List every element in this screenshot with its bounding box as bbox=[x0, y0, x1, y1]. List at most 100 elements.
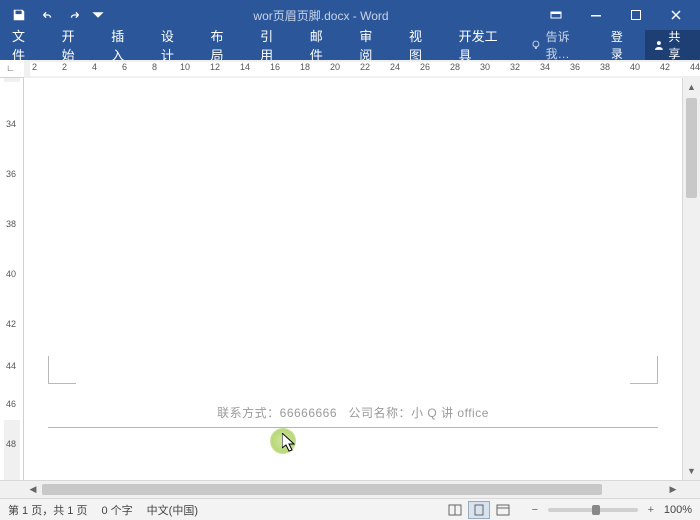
horizontal-scrollbar[interactable]: ◀ ▶ bbox=[0, 480, 700, 498]
zoom-slider-thumb[interactable] bbox=[592, 505, 600, 515]
zoom-in-button[interactable]: + bbox=[644, 504, 658, 516]
tab-view[interactable]: 视图 bbox=[397, 30, 447, 60]
ruler-corner: ∟ bbox=[6, 63, 15, 73]
qat-customize-button[interactable] bbox=[90, 2, 106, 28]
ruler-tick: 14 bbox=[240, 62, 250, 72]
undo-icon bbox=[40, 8, 54, 22]
footer-rule-line bbox=[48, 427, 658, 428]
tab-insert[interactable]: 插入 bbox=[99, 30, 149, 60]
share-button[interactable]: 共享 bbox=[645, 30, 700, 60]
view-buttons bbox=[444, 501, 514, 519]
chevron-down-icon bbox=[91, 8, 105, 22]
scroll-left-button[interactable]: ◀ bbox=[24, 481, 42, 498]
ruler-tick: 2 bbox=[32, 62, 37, 72]
footer-text: 联系方式：66666666 公司名称：小 Q 讲 office bbox=[48, 404, 658, 421]
ruler-tick: 4 bbox=[92, 62, 97, 72]
tab-home[interactable]: 开始 bbox=[50, 30, 100, 60]
tab-file[interactable]: 文件 bbox=[0, 30, 50, 60]
view-print-layout[interactable] bbox=[468, 501, 490, 519]
ruler-tick: 40 bbox=[6, 269, 16, 279]
title-bar: wor页眉页脚.docx - Word bbox=[0, 0, 700, 30]
tell-me-search[interactable]: 告诉我… bbox=[522, 30, 601, 60]
ruler-tick: 46 bbox=[6, 399, 16, 409]
ruler-tick: 8 bbox=[152, 62, 157, 72]
ruler-tick: 42 bbox=[6, 319, 16, 329]
minimize-icon bbox=[590, 9, 602, 21]
ruler-tick: 10 bbox=[180, 62, 190, 72]
ruler-tick: 6 bbox=[122, 62, 127, 72]
ruler-tick: 36 bbox=[570, 62, 580, 72]
footer-company-label: 公司名称： bbox=[349, 406, 412, 420]
maximize-button[interactable] bbox=[616, 0, 656, 30]
web-layout-icon bbox=[496, 504, 510, 516]
tab-layout[interactable]: 布局 bbox=[199, 30, 249, 60]
tab-review[interactable]: 审阅 bbox=[347, 30, 397, 60]
ribbon-options-icon bbox=[550, 9, 562, 21]
footer-contact-value: 66666666 bbox=[280, 406, 337, 420]
share-label: 共享 bbox=[668, 28, 692, 62]
person-icon bbox=[653, 39, 665, 51]
workspace: 34 36 38 40 42 44 46 48 联系方式：66666666 公司… bbox=[0, 78, 700, 480]
zoom-slider[interactable] bbox=[548, 508, 638, 512]
close-icon bbox=[670, 9, 682, 21]
ruler-tick: 18 bbox=[300, 62, 310, 72]
status-word-count[interactable]: 0 个字 bbox=[101, 502, 132, 518]
ruler-tick: 28 bbox=[450, 62, 460, 72]
account-signin[interactable]: 登录 bbox=[601, 30, 645, 60]
ruler-h-track: 2 2 4 6 8 10 12 14 16 18 20 22 24 26 28 … bbox=[24, 60, 700, 78]
ruler-tick: 48 bbox=[6, 439, 16, 449]
read-mode-icon bbox=[448, 504, 462, 516]
ruler-tick: 12 bbox=[210, 62, 220, 72]
zoom-out-button[interactable]: − bbox=[528, 504, 542, 516]
page[interactable]: 联系方式：66666666 公司名称：小 Q 讲 office bbox=[38, 84, 668, 474]
ruler-tick: 30 bbox=[480, 62, 490, 72]
quick-access-toolbar bbox=[0, 2, 106, 28]
save-button[interactable] bbox=[6, 2, 32, 28]
redo-icon bbox=[68, 8, 82, 22]
close-button[interactable] bbox=[656, 0, 696, 30]
ruler-tick: 22 bbox=[360, 62, 370, 72]
ruler-tick: 38 bbox=[600, 62, 610, 72]
document-area[interactable]: 联系方式：66666666 公司名称：小 Q 讲 office bbox=[24, 78, 682, 480]
ruler-tick: 36 bbox=[6, 169, 16, 179]
undo-button[interactable] bbox=[34, 2, 60, 28]
scroll-up-button[interactable]: ▲ bbox=[683, 78, 700, 96]
ruler-tick: 16 bbox=[270, 62, 280, 72]
footer-margin-mark-left bbox=[48, 356, 76, 384]
redo-button[interactable] bbox=[62, 2, 88, 28]
horizontal-ruler[interactable]: ∟ 2 2 4 6 8 10 12 14 16 18 20 22 24 26 2… bbox=[0, 60, 700, 78]
tab-references[interactable]: 引用 bbox=[248, 30, 298, 60]
ruler-tick: 38 bbox=[6, 219, 16, 229]
lightbulb-icon bbox=[530, 39, 542, 51]
page-footer[interactable]: 联系方式：66666666 公司名称：小 Q 讲 office bbox=[48, 404, 658, 428]
ruler-tick: 34 bbox=[540, 62, 550, 72]
scroll-thumb-horizontal[interactable] bbox=[42, 484, 602, 495]
vertical-ruler[interactable]: 34 36 38 40 42 44 46 48 bbox=[0, 78, 24, 480]
status-page[interactable]: 第 1 页，共 1 页 bbox=[8, 502, 87, 518]
maximize-icon bbox=[630, 9, 642, 21]
view-web-layout[interactable] bbox=[492, 501, 514, 519]
ruler-tick: 44 bbox=[6, 361, 16, 371]
scroll-right-button[interactable]: ▶ bbox=[664, 481, 682, 498]
ribbon-display-button[interactable] bbox=[536, 0, 576, 30]
footer-contact-label: 联系方式： bbox=[217, 406, 280, 420]
scroll-thumb-vertical[interactable] bbox=[686, 98, 697, 198]
scroll-down-button[interactable]: ▼ bbox=[683, 462, 700, 480]
print-layout-icon bbox=[472, 504, 486, 516]
zoom-control: − + 100% bbox=[528, 504, 692, 516]
vertical-scrollbar[interactable]: ▲ ▼ bbox=[682, 78, 700, 480]
view-read-mode[interactable] bbox=[444, 501, 466, 519]
ruler-tick: 44 bbox=[690, 62, 700, 72]
status-language[interactable]: 中文(中国) bbox=[147, 502, 198, 518]
window-title: wor页眉页脚.docx - Word bbox=[106, 7, 536, 24]
mouse-cursor-icon bbox=[282, 433, 298, 458]
status-bar: 第 1 页，共 1 页 0 个字 中文(中国) − + 100% bbox=[0, 498, 700, 520]
tell-me-label: 告诉我… bbox=[546, 28, 593, 62]
tab-developer[interactable]: 开发工具 bbox=[447, 30, 522, 60]
tab-design[interactable]: 设计 bbox=[149, 30, 199, 60]
zoom-value[interactable]: 100% bbox=[664, 504, 692, 516]
tab-mailings[interactable]: 邮件 bbox=[298, 30, 348, 60]
minimize-button[interactable] bbox=[576, 0, 616, 30]
ribbon-tabs: 文件 开始 插入 设计 布局 引用 邮件 审阅 视图 开发工具 告诉我… 登录 … bbox=[0, 30, 700, 60]
ruler-tick: 34 bbox=[6, 119, 16, 129]
